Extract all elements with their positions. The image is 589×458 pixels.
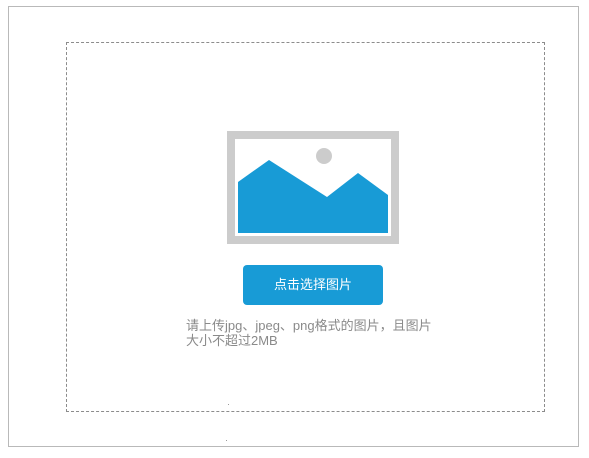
upload-hint-line-2: 大小不超过2MB [186, 333, 278, 348]
upload-hint: 请上传jpg、jpeg、png格式的图片，且图片 大小不超过2MB [186, 318, 486, 348]
artifact-dot [226, 440, 227, 441]
upload-hint-line-1: 请上传jpg、jpeg、png格式的图片，且图片 [186, 318, 432, 333]
artifact-dot [228, 404, 229, 405]
image-placeholder-icon [227, 131, 399, 244]
select-image-button[interactable]: 点击选择图片 [243, 265, 383, 305]
